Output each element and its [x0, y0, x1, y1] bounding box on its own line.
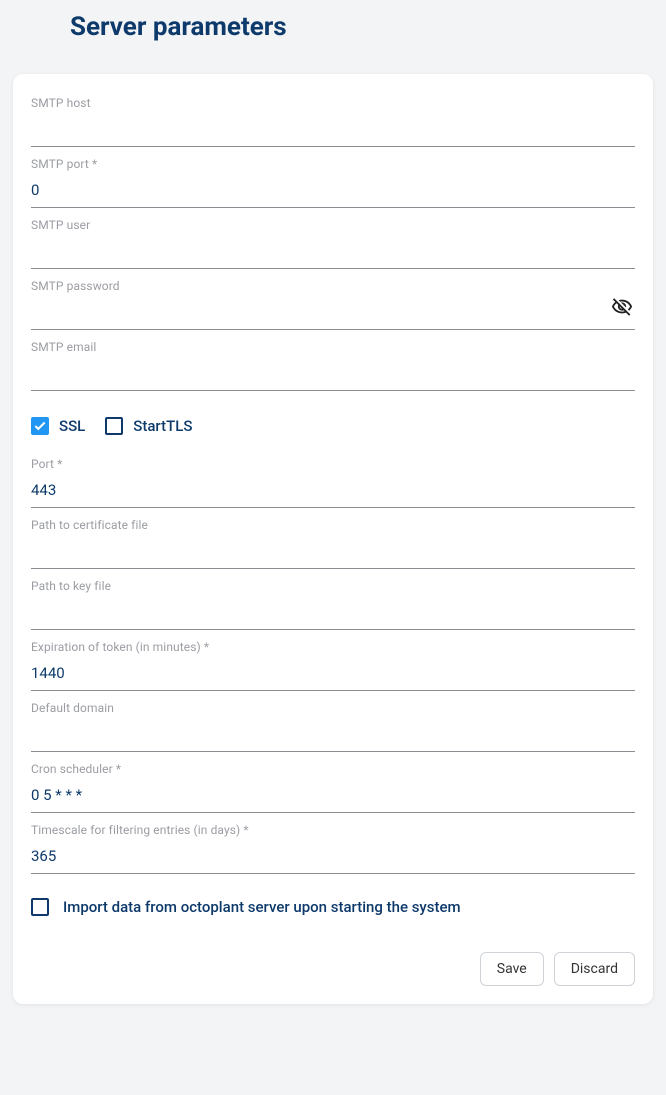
server-parameters-card: SMTP host SMTP port * SMTP user SMTP pas… [13, 74, 653, 1004]
cron-label: Cron scheduler * [31, 762, 635, 776]
starttls-checkbox[interactable]: StartTLS [105, 417, 192, 435]
key-path-input[interactable] [31, 599, 635, 630]
cert-path-field: Path to certificate file [31, 510, 635, 569]
timescale-field: Timescale for filtering entries (in days… [31, 815, 635, 874]
import-checkbox-box [31, 898, 49, 916]
smtp-host-field: SMTP host [31, 88, 635, 147]
key-path-label: Path to key file [31, 579, 635, 593]
cert-path-label: Path to certificate file [31, 518, 635, 532]
default-domain-field: Default domain [31, 693, 635, 752]
token-expiration-field: Expiration of token (in minutes) * [31, 632, 635, 691]
starttls-label: StartTLS [133, 417, 192, 435]
smtp-password-field: SMTP password [31, 271, 635, 330]
smtp-password-input[interactable] [31, 299, 635, 330]
smtp-password-label: SMTP password [31, 279, 635, 293]
token-expiration-input[interactable] [31, 660, 635, 691]
default-domain-input[interactable] [31, 721, 635, 752]
smtp-email-label: SMTP email [31, 340, 635, 354]
ssl-label: SSL [59, 417, 85, 435]
page-title: Server parameters [70, 12, 646, 42]
smtp-user-field: SMTP user [31, 210, 635, 269]
port-input[interactable] [31, 477, 635, 508]
ssl-checkbox[interactable]: SSL [31, 417, 85, 435]
port-label: Port * [31, 457, 635, 471]
smtp-email-field: SMTP email [31, 332, 635, 391]
timescale-label: Timescale for filtering entries (in days… [31, 823, 635, 837]
smtp-user-input[interactable] [31, 238, 635, 269]
import-checkbox[interactable]: Import data from octoplant server upon s… [31, 876, 635, 924]
ssl-checkbox-box [31, 417, 49, 435]
default-domain-label: Default domain [31, 701, 635, 715]
actions-row: Save Discard [31, 924, 635, 986]
cron-field: Cron scheduler * [31, 754, 635, 813]
import-label: Import data from octoplant server upon s… [63, 898, 461, 916]
timescale-input[interactable] [31, 843, 635, 874]
token-expiration-label: Expiration of token (in minutes) * [31, 640, 635, 654]
port-field: Port * [31, 449, 635, 508]
smtp-user-label: SMTP user [31, 218, 635, 232]
starttls-checkbox-box [105, 417, 123, 435]
discard-button[interactable]: Discard [554, 952, 635, 986]
smtp-port-input[interactable] [31, 177, 635, 208]
ssl-starttls-row: SSL StartTLS [31, 393, 635, 449]
smtp-port-field: SMTP port * [31, 149, 635, 208]
cron-input[interactable] [31, 782, 635, 813]
toggle-visibility-icon[interactable] [611, 296, 633, 322]
smtp-host-input[interactable] [31, 116, 635, 147]
cert-path-input[interactable] [31, 538, 635, 569]
page-header: Server parameters [0, 0, 666, 62]
smtp-port-label: SMTP port * [31, 157, 635, 171]
smtp-email-input[interactable] [31, 360, 635, 391]
key-path-field: Path to key file [31, 571, 635, 630]
save-button[interactable]: Save [480, 952, 544, 986]
smtp-host-label: SMTP host [31, 96, 635, 110]
